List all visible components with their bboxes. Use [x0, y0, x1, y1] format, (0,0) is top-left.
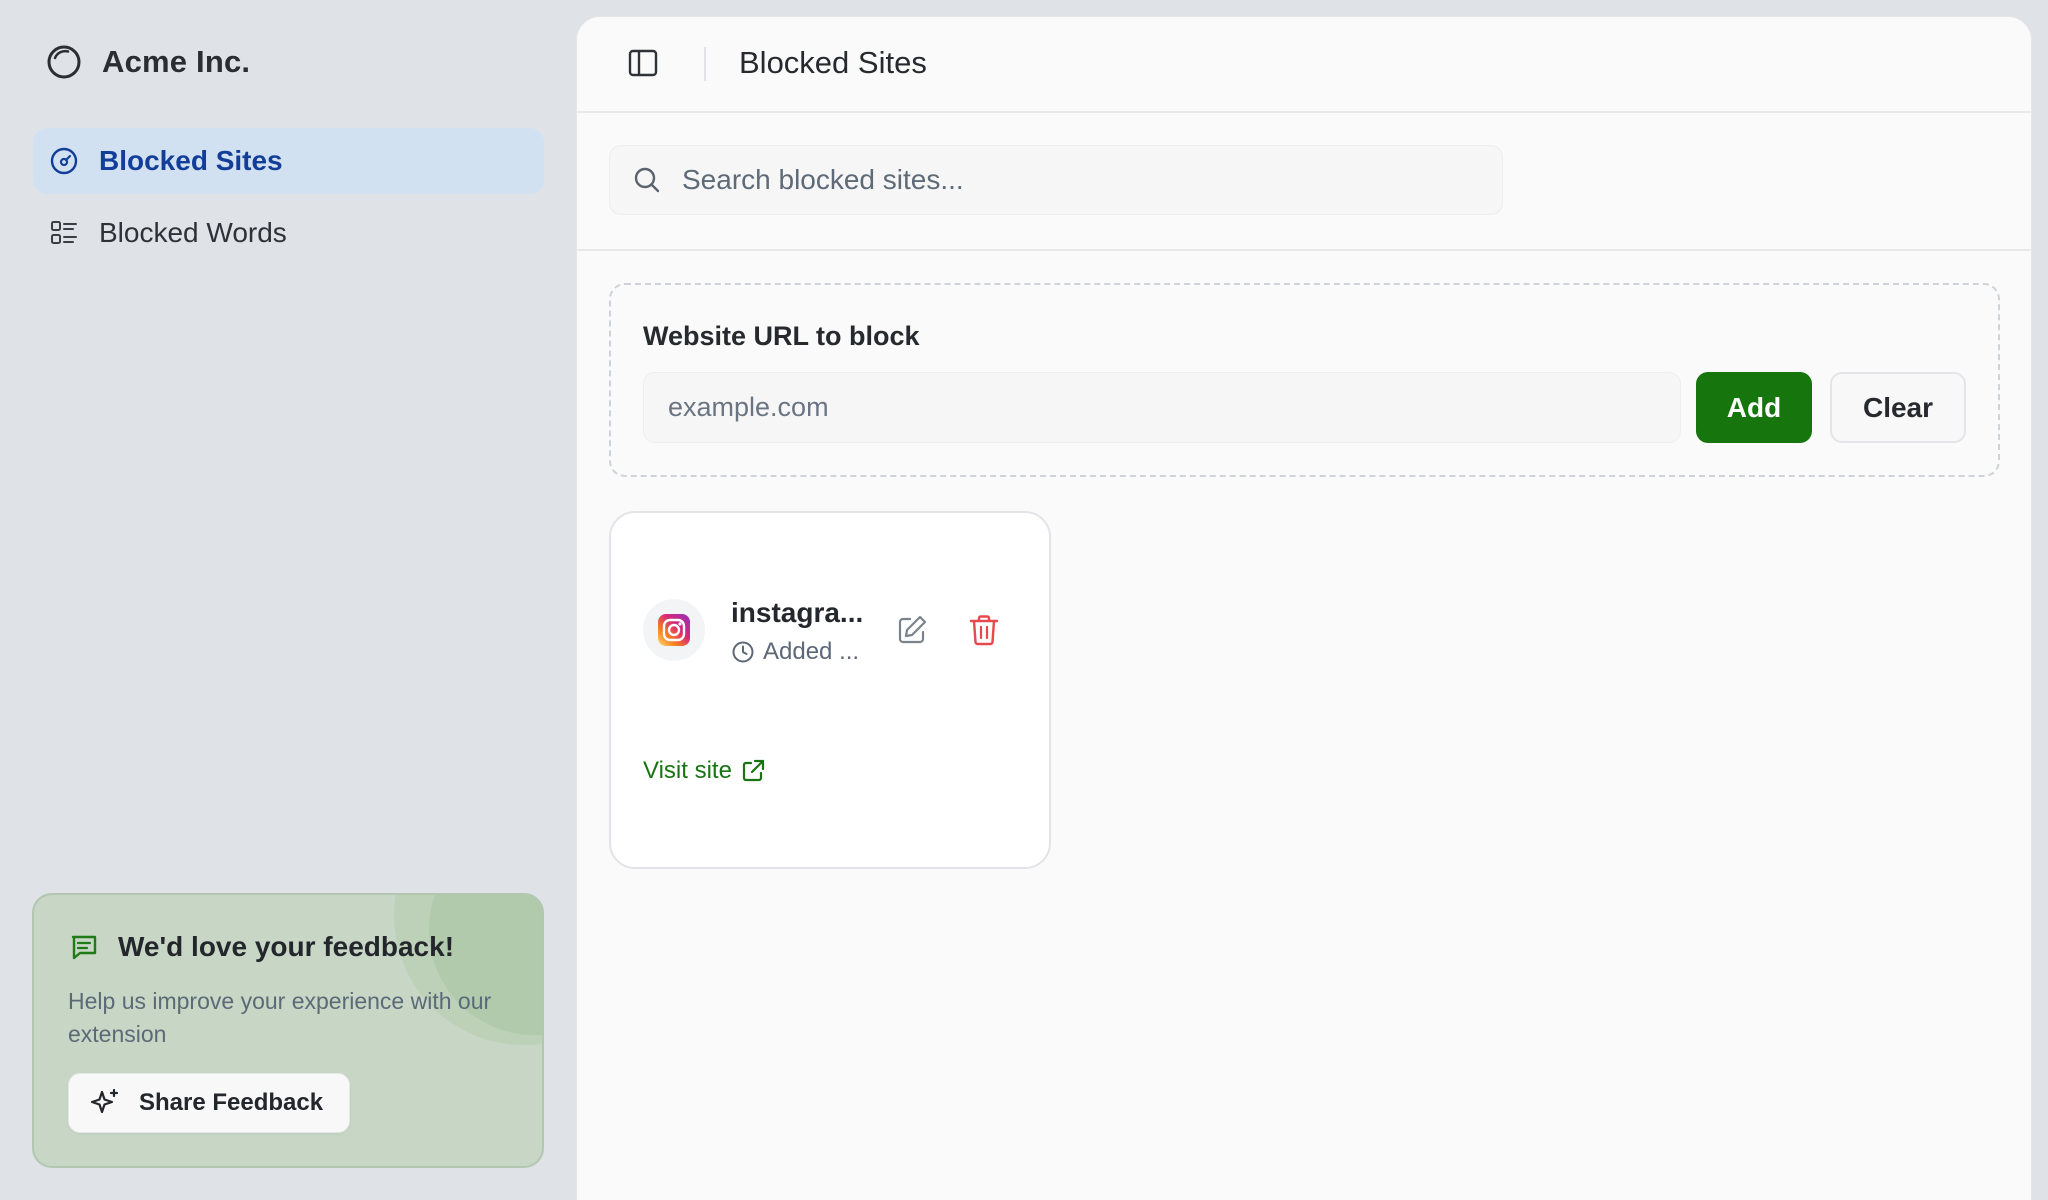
header-divider [704, 47, 706, 81]
site-name: instagra... [731, 597, 864, 628]
sidebar-item-blocked-sites[interactable]: Blocked Sites [33, 128, 544, 194]
add-button[interactable]: Add [1696, 372, 1812, 443]
app-root: Acme Inc. Blocked Sites Blocked Words We… [0, 0, 2048, 1200]
instagram-icon [658, 614, 690, 646]
url-field-label: Website URL to block [643, 321, 920, 351]
clock-icon [732, 641, 754, 663]
top-bar: Blocked Sites [577, 17, 2031, 113]
feedback-description: Help us improve your experience with our… [68, 988, 492, 1047]
gauge-icon [50, 147, 78, 175]
edit-icon[interactable] [895, 613, 929, 647]
site-added-meta: Added ... [731, 638, 859, 666]
search-input[interactable] [682, 164, 1462, 196]
site-added-label: Added ... [763, 638, 860, 665]
brand-name: Acme Inc. [102, 44, 251, 79]
search-icon [634, 167, 660, 193]
sidebar-item-label: Blocked Sites [99, 145, 283, 176]
url-input[interactable] [643, 372, 1681, 443]
clear-button[interactable]: Clear [1830, 372, 1966, 443]
add-site-form: Website URL to block Add Clear [609, 283, 2000, 477]
sidebar-item-label: Blocked Words [99, 217, 287, 248]
trash-icon[interactable] [967, 613, 1001, 647]
feedback-header: We'd love your feedback! [68, 931, 454, 963]
main-panel: Blocked Sites Website URL to block Add C… [576, 16, 2032, 1200]
external-link-icon [742, 759, 765, 782]
sparkles-icon [90, 1088, 119, 1114]
sidebar-item-blocked-words[interactable]: Blocked Words [33, 200, 544, 266]
brand: Acme Inc. [46, 44, 250, 80]
feedback-card: We'd love your feedback! Help us improve… [32, 893, 544, 1168]
sidebar: Acme Inc. Blocked Sites Blocked Words We… [0, 0, 576, 1200]
site-favicon [643, 599, 705, 661]
blocked-site-card: instagra... Added ... Visit site [609, 511, 1051, 869]
search-area [577, 113, 2031, 251]
share-feedback-label: Share Feedback [139, 1089, 324, 1116]
sidebar-toggle-icon[interactable] [627, 47, 659, 79]
visit-site-label: Visit site [643, 757, 732, 784]
message-square-icon [71, 935, 97, 960]
search-box[interactable] [609, 145, 1503, 215]
page-title: Blocked Sites [739, 45, 927, 80]
circle-logo-icon [47, 45, 81, 79]
feedback-title: We'd love your feedback! [118, 931, 455, 962]
visit-site-link[interactable]: Visit site [643, 757, 766, 785]
share-feedback-button[interactable]: Share Feedback [68, 1073, 350, 1133]
list-icon [51, 221, 77, 244]
